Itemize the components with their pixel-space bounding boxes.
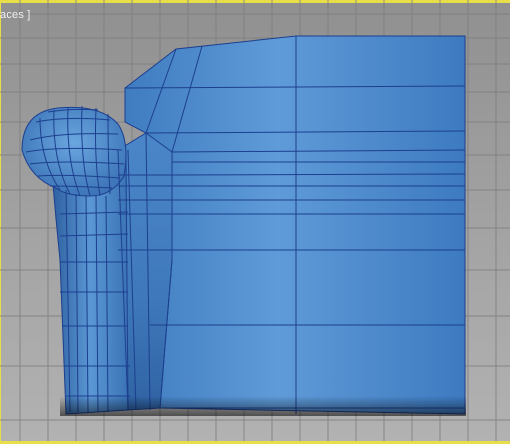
sofa-armrest-roll [21,106,127,197]
perspective-viewport[interactable]: aces ] [0,0,510,444]
floor-shadow [60,396,466,416]
viewport-shading-label[interactable]: aces ] [0,9,31,21]
viewport-scene[interactable] [0,0,510,444]
sofa-model [21,35,466,415]
sofa-back [124,35,466,415]
